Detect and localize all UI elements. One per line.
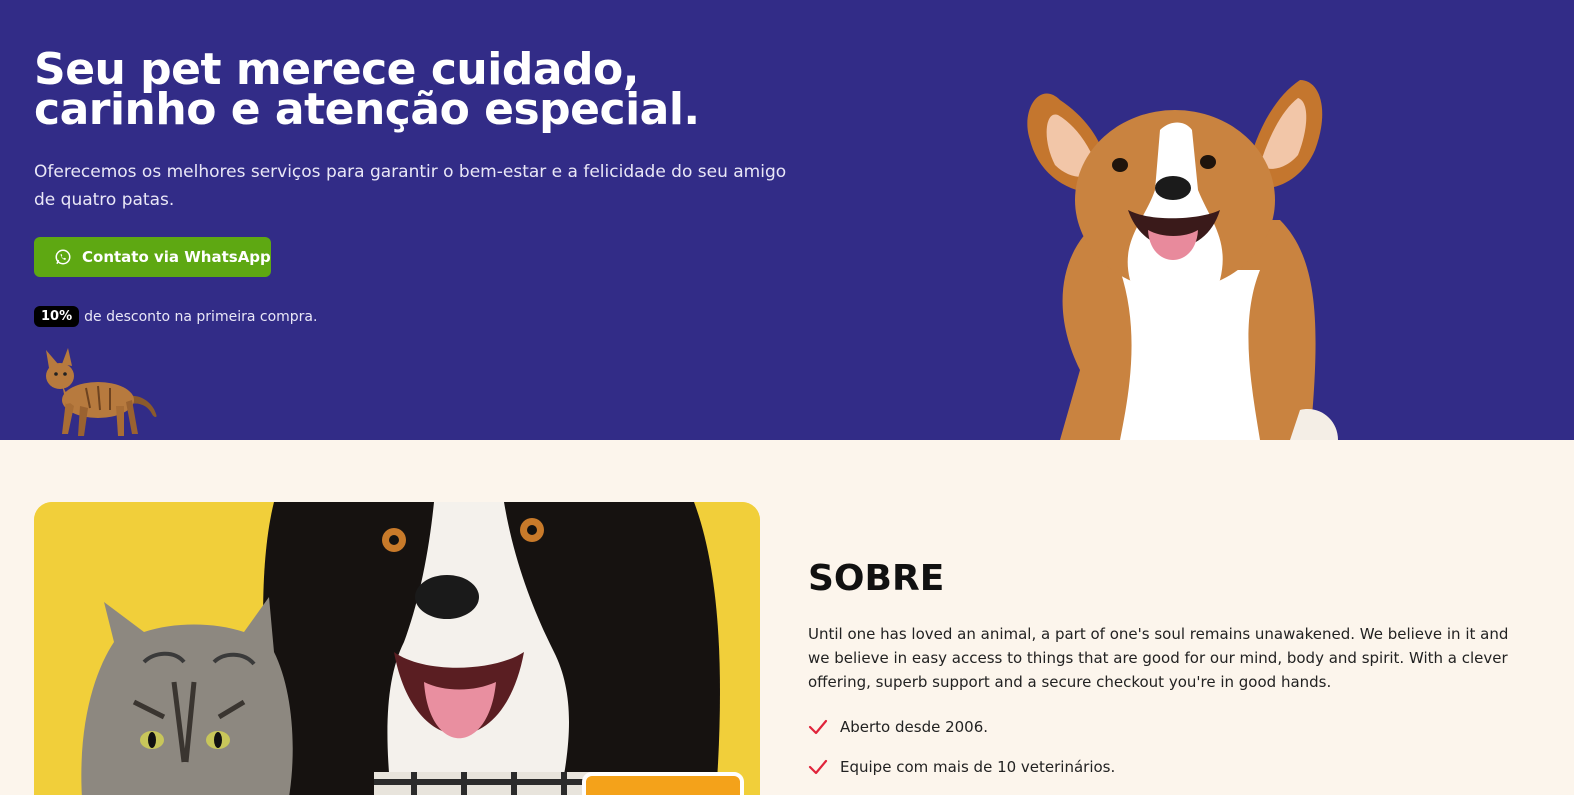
about-title: SOBRE — [808, 558, 945, 599]
cat-illustration — [46, 348, 157, 436]
check-icon — [808, 719, 828, 735]
discount-badge: 10% — [34, 306, 80, 327]
hero-title: Seu pet merece cuidado, carinho e atençã… — [34, 44, 700, 135]
pets-photo — [34, 502, 760, 795]
feature-item-vets: Equipe com mais de 10 veterinários. — [808, 758, 1115, 776]
corgi-dog-image — [1027, 80, 1338, 440]
discount-text: de desconto na primeira compra. — [84, 308, 318, 325]
dog-and-cat-image — [34, 502, 760, 795]
check-icon — [808, 759, 828, 775]
feature-item-since-2006: Aberto desde 2006. — [808, 718, 988, 736]
discount-note: 10% de desconto na primeira compra. — [34, 306, 317, 327]
hero-subtitle: Oferecemos os melhores serviços para gar… — [34, 162, 787, 210]
about-text: Until one has loved an animal, a part of… — [808, 625, 1509, 691]
feature-label: Aberto desde 2006. — [840, 718, 989, 736]
feature-label: Equipe com mais de 10 veterinários. — [840, 758, 1116, 776]
about-section: SOBRE Until one has loved an animal, a p… — [0, 440, 1574, 795]
whatsapp-contact-button[interactable]: Contato via WhatsApp — [34, 237, 271, 277]
whatsapp-button-label: Contato via WhatsApp — [82, 248, 271, 266]
whatsapp-icon — [55, 249, 71, 265]
hero-section: Seu pet merece cuidado, carinho e atençã… — [0, 0, 1574, 440]
